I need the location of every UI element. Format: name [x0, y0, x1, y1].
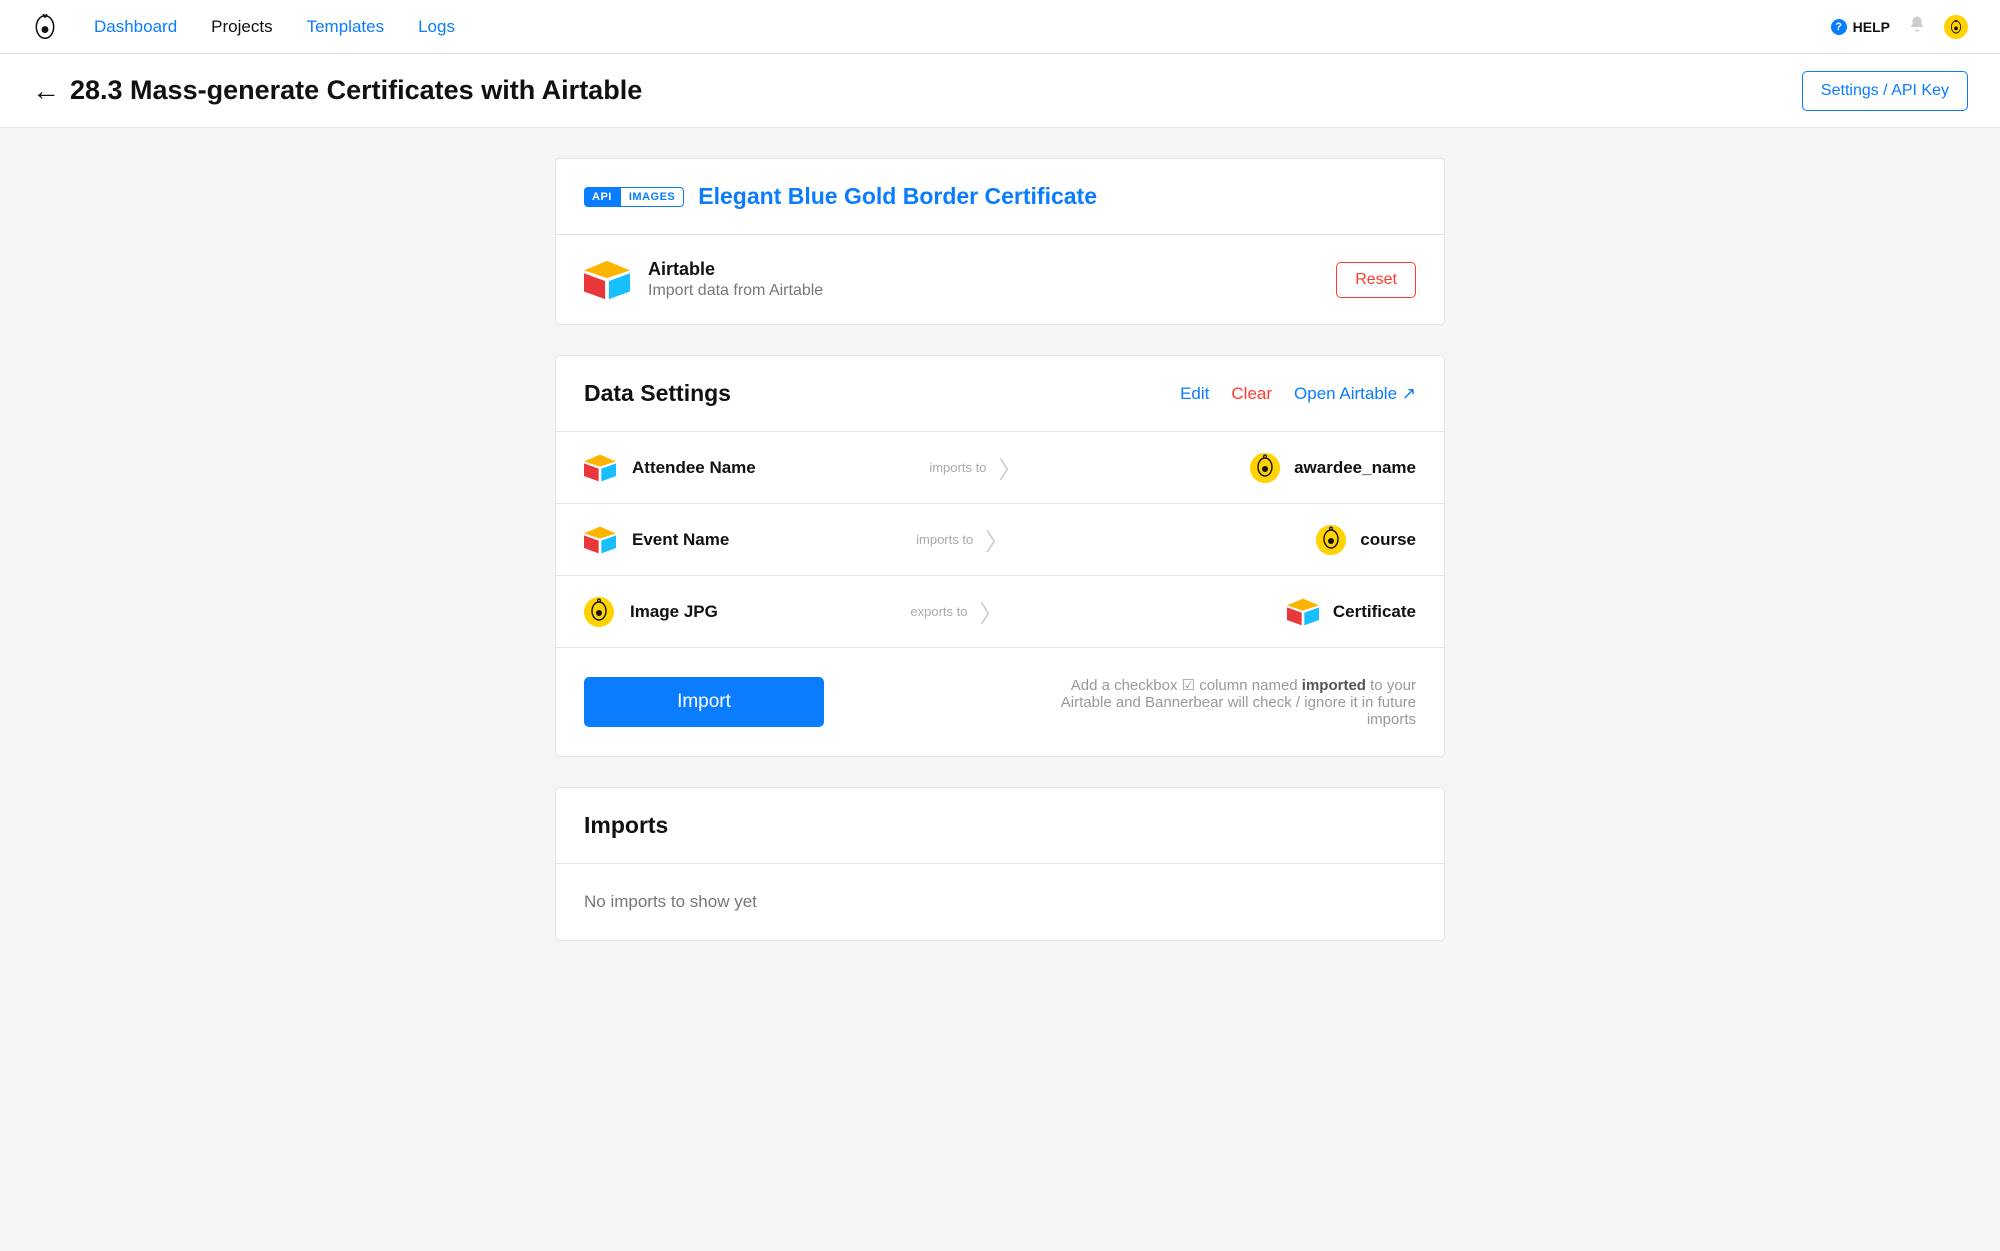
- airtable-icon: [584, 454, 616, 482]
- page-title: 28.3 Mass-generate Certificates with Air…: [70, 75, 642, 106]
- help-label: HELP: [1853, 19, 1890, 35]
- source-field: Event Name: [632, 530, 729, 550]
- notifications-icon[interactable]: [1908, 15, 1926, 38]
- airtable-icon: [584, 526, 616, 554]
- airtable-icon: [1287, 598, 1319, 626]
- tag-api: API: [584, 187, 620, 207]
- data-settings-card: Data Settings Edit Clear Open Airtable A…: [555, 355, 1445, 757]
- import-button[interactable]: Import: [584, 677, 824, 727]
- page-header: ← 28.3 Mass-generate Certificates with A…: [0, 54, 2000, 128]
- direction-label: exports to: [910, 604, 967, 619]
- target-field: course: [1360, 530, 1416, 550]
- mapping-row: Attendee Name imports to 〉 awardee_name: [556, 432, 1444, 504]
- clear-link[interactable]: Clear: [1231, 384, 1272, 404]
- mapping-row: Image JPG exports to 〉 Certificate: [556, 576, 1444, 648]
- template-name-link[interactable]: Elegant Blue Gold Border Certificate: [698, 183, 1097, 210]
- chevron-right-icon: 〉: [998, 450, 1022, 485]
- target-field: Certificate: [1333, 602, 1416, 622]
- bannerbear-icon: [1316, 525, 1346, 555]
- tag-group: API IMAGES: [584, 187, 684, 207]
- back-arrow-icon[interactable]: ←: [32, 75, 60, 107]
- nav-logs[interactable]: Logs: [418, 17, 455, 37]
- direction-label: imports to: [929, 460, 986, 475]
- open-airtable-link[interactable]: Open Airtable: [1294, 384, 1416, 404]
- data-settings-title: Data Settings: [584, 380, 731, 407]
- source-field: Attendee Name: [632, 458, 756, 478]
- integration-subtitle: Import data from Airtable: [648, 282, 823, 300]
- airtable-icon: [584, 260, 630, 300]
- template-integration-card: API IMAGES Elegant Blue Gold Border Cert…: [555, 158, 1445, 325]
- user-avatar[interactable]: [1944, 15, 1968, 39]
- integration-title: Airtable: [648, 259, 823, 280]
- imports-empty-state: No imports to show yet: [556, 864, 1444, 940]
- nav-links: Dashboard Projects Templates Logs: [94, 17, 455, 37]
- bannerbear-icon: [584, 597, 614, 627]
- top-nav: Dashboard Projects Templates Logs ? HELP: [0, 0, 2000, 54]
- target-field: awardee_name: [1294, 458, 1416, 478]
- imports-card: Imports No imports to show yet: [555, 787, 1445, 941]
- reset-button[interactable]: Reset: [1336, 262, 1416, 298]
- chevron-right-icon: 〉: [985, 522, 1009, 557]
- mapping-row: Event Name imports to 〉 course: [556, 504, 1444, 576]
- direction-label: imports to: [916, 532, 973, 547]
- nav-dashboard[interactable]: Dashboard: [94, 17, 177, 37]
- source-field: Image JPG: [630, 602, 718, 622]
- help-button[interactable]: ? HELP: [1831, 19, 1890, 35]
- chevron-right-icon: 〉: [979, 594, 1003, 629]
- bannerbear-icon: [1250, 453, 1280, 483]
- help-icon: ?: [1831, 19, 1847, 35]
- app-logo[interactable]: [32, 14, 58, 40]
- nav-templates[interactable]: Templates: [307, 17, 384, 37]
- tag-images: IMAGES: [620, 187, 684, 207]
- settings-api-key-button[interactable]: Settings / API Key: [1802, 71, 1968, 111]
- imports-title: Imports: [584, 812, 668, 839]
- edit-link[interactable]: Edit: [1180, 384, 1209, 404]
- import-hint: Add a checkbox ☑ column named imported t…: [1036, 676, 1416, 728]
- nav-projects[interactable]: Projects: [211, 17, 272, 37]
